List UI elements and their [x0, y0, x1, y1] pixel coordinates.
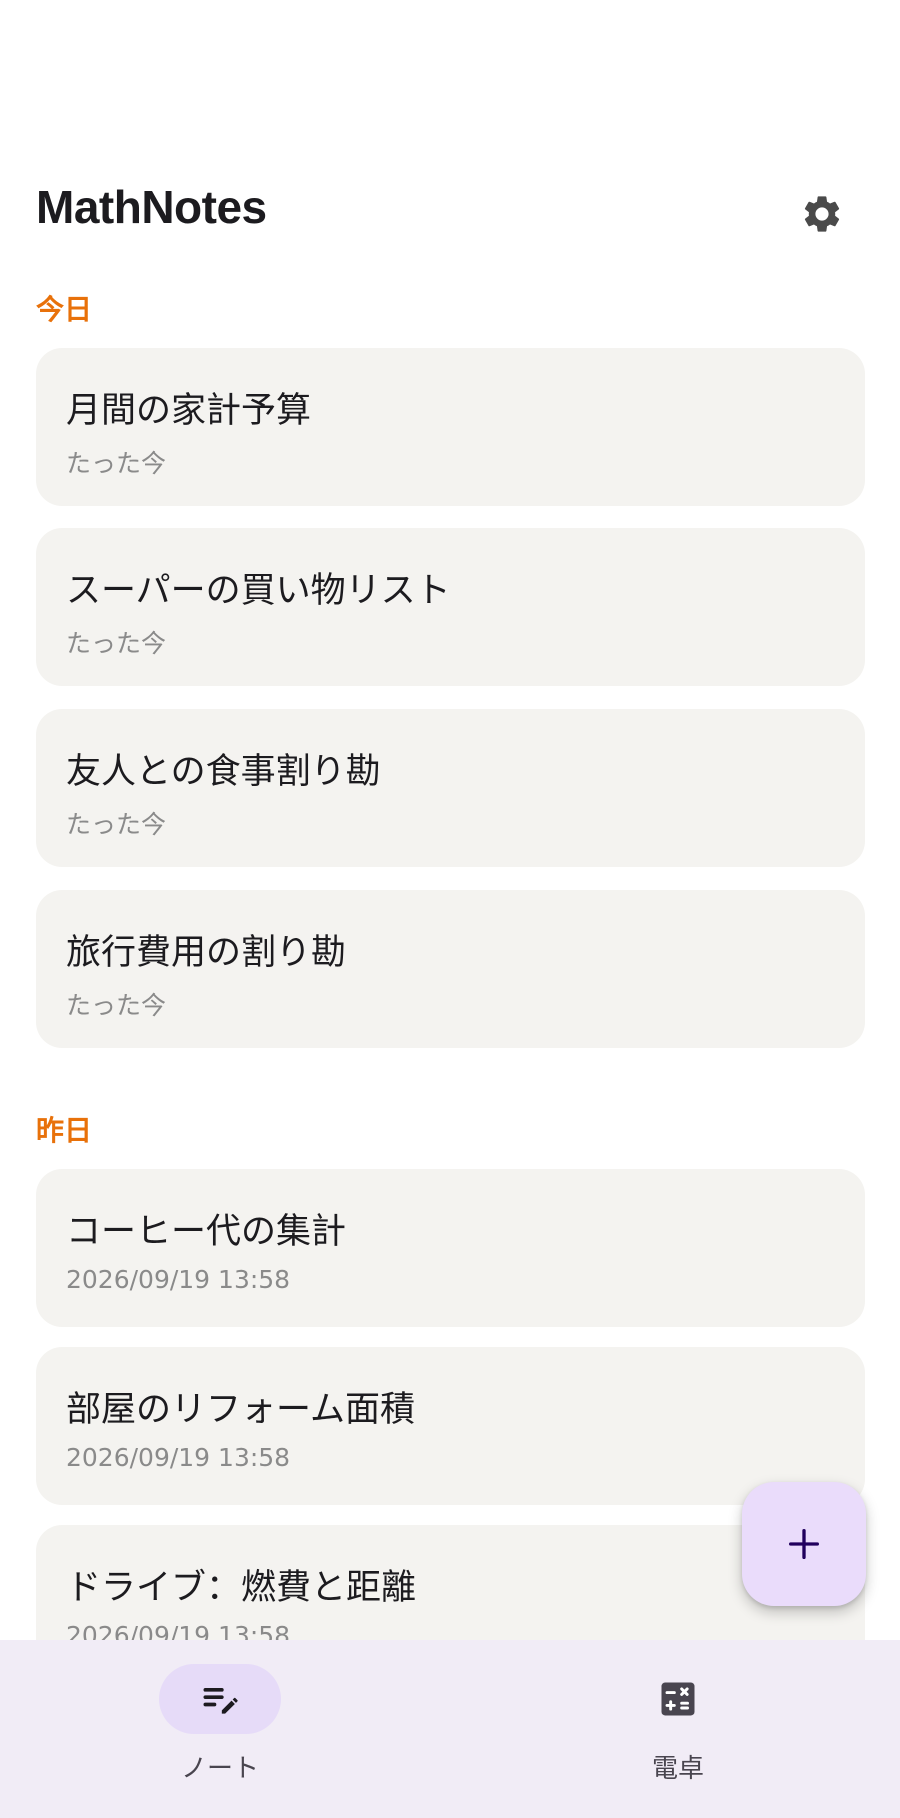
notes-list-screen: MathNotes 今日 月間の家計予算 たった今 スーパーの買い物リスト たっ…: [0, 0, 900, 1818]
add-note-button[interactable]: [742, 1482, 866, 1606]
note-title: スーパーの買い物リスト: [66, 571, 451, 611]
note-title: コーヒー代の集計: [66, 1212, 347, 1252]
nav-item-calculator[interactable]: 電卓: [578, 1664, 778, 1794]
calculator-icon: [661, 1682, 695, 1716]
settings-button[interactable]: [790, 182, 854, 246]
note-timestamp: 2026/09/19 13:58: [66, 1621, 291, 1640]
section-label-today: 今日: [36, 293, 93, 326]
section-label-yesterday: 昨日: [36, 1114, 93, 1147]
note-card[interactable]: 旅行費用の割り勘 たった今: [36, 890, 865, 1048]
app-title: MathNotes: [36, 181, 267, 233]
nav-icon-container: [617, 1664, 739, 1734]
nav-item-notes[interactable]: ノート: [120, 1664, 320, 1794]
note-card[interactable]: ドライブ：燃費と距離 2026/09/19 13:58: [36, 1525, 865, 1640]
notes-edit-icon: [203, 1688, 238, 1714]
note-card[interactable]: スーパーの買い物リスト たった今: [36, 528, 865, 686]
note-title: ドライブ：燃費と距離: [66, 1568, 417, 1608]
note-timestamp: 2026/09/19 13:58: [66, 1443, 291, 1472]
note-card[interactable]: 月間の家計予算 たった今: [36, 348, 865, 506]
note-timestamp: たった今: [66, 629, 167, 658]
nav-label-calculator: 電卓: [651, 1754, 704, 1784]
note-timestamp: たった今: [66, 810, 167, 839]
plus-icon: [789, 1529, 819, 1559]
nav-label-notes: ノート: [180, 1754, 259, 1784]
note-card[interactable]: 友人との食事割り勘 たった今: [36, 709, 865, 867]
bottom-navigation: ノート 電卓: [0, 1640, 900, 1818]
note-title: 月間の家計予算: [66, 391, 312, 431]
note-card[interactable]: コーヒー代の集計 2026/09/19 13:58: [36, 1169, 865, 1327]
notes-list: 今日 月間の家計予算 たった今 スーパーの買い物リスト たった今 友人との食事割…: [0, 280, 900, 1640]
app-header: MathNotes: [0, 160, 900, 256]
note-timestamp: たった今: [66, 991, 167, 1020]
note-timestamp: 2026/09/19 13:58: [66, 1265, 291, 1294]
note-title: 友人との食事割り勘: [66, 752, 381, 792]
note-title: 部屋のリフォーム面積: [66, 1390, 415, 1430]
note-title: 旅行費用の割り勘: [66, 933, 347, 973]
note-timestamp: たった今: [66, 449, 167, 478]
note-card[interactable]: 部屋のリフォーム面積 2026/09/19 13:58: [36, 1347, 865, 1505]
nav-active-indicator: [159, 1664, 281, 1734]
gear-icon: [804, 196, 840, 232]
